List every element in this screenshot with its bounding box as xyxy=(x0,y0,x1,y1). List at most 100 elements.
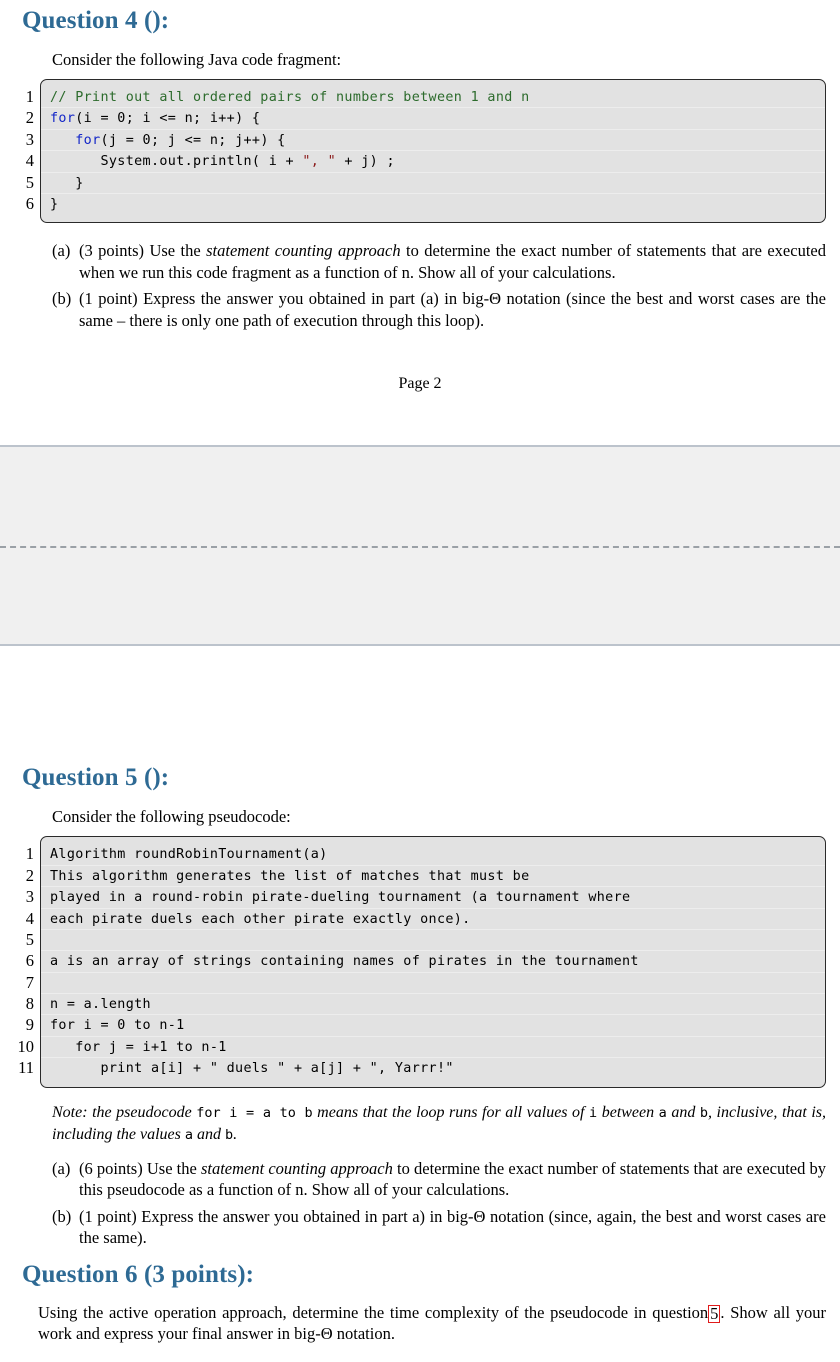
question-4-line-numbers: 1 23456 xyxy=(0,79,34,223)
text-run-italic: statement counting approach xyxy=(206,241,401,261)
code-line-number: 9 xyxy=(25,1015,34,1035)
text-run-italic: means that the loop runs for all values … xyxy=(312,1103,590,1121)
code-line: // Print out all ordered pairs of number… xyxy=(41,87,825,109)
text-run-italic: and xyxy=(666,1103,700,1121)
code-line-number: 2 xyxy=(25,865,34,885)
code-line: for j = i+1 to n-1 xyxy=(41,1037,825,1059)
question-4-code-listing: 1 23456 // Print out all ordered pairs of… xyxy=(0,79,840,224)
question-5-code-listing: 1 2 3 4 5 6 7 8 9 10 11 Algorithm roundRobinTourna… xyxy=(0,836,840,1088)
code-line-number: 5 xyxy=(25,172,34,192)
code-line: print a[i] + " duels " + a[j] + ", Yarrr… xyxy=(41,1058,825,1079)
code-line-number: 2 xyxy=(25,108,34,128)
code-token-plain: + j) ; xyxy=(336,154,395,170)
text-run-mono: a xyxy=(658,1104,667,1121)
code-line-number: 1 xyxy=(25,87,34,106)
code-token-plain: print a[i] + " duels " + a[j] + ", Yarrr… xyxy=(50,1061,454,1077)
page-number: Page 2 xyxy=(398,375,442,393)
question-5-intro: Consider the following pseudocode: xyxy=(52,807,291,827)
code-token-plain: Algorithm roundRobinTournament(a) xyxy=(50,847,328,863)
code-line-number: 10 xyxy=(17,1036,35,1056)
code-token-plain: (j = 0; j <= n; j++) { xyxy=(100,132,286,148)
text-run-italic: between xyxy=(597,1103,659,1121)
code-token-keyword: for xyxy=(50,111,76,127)
code-line-number: 6 xyxy=(25,193,34,213)
code-line: played in a round-robin pirate-dueling t… xyxy=(41,887,825,909)
code-line-number: 5 xyxy=(25,929,34,949)
code-token-plain: (i = 0; i <= n; i++) { xyxy=(75,111,261,127)
question-5-subitems: (a) (6 points) Use the statement counting… xyxy=(52,1158,826,1249)
code-line: for(j = 0; j <= n; j++) { xyxy=(41,130,825,152)
code-token-plain: for i = 0 to n-1 xyxy=(50,1018,185,1034)
text-run-italic: . xyxy=(233,1125,238,1143)
code-token-string: ", " xyxy=(302,154,337,170)
code-line-number: 4 xyxy=(25,151,34,171)
document-page: Question 4 (): Consider the following Ja… xyxy=(0,0,840,1344)
code-line: This algorithm generates the list of mat… xyxy=(41,866,825,888)
sub-item-label: (b) xyxy=(52,289,72,309)
text-run-mono: for i = a to b xyxy=(196,1104,313,1121)
text-run-italic: Note: the pseudocode xyxy=(52,1103,197,1121)
code-line: n = a.length xyxy=(41,994,825,1016)
sub-item: (a) (3 points) Use the statement counting… xyxy=(52,240,826,283)
code-token-plain: for j = i+1 to n-1 xyxy=(50,1039,227,1055)
text-run-italic: and xyxy=(193,1125,225,1143)
text-run-normal: (1 point) Express the answer you obtaine… xyxy=(79,289,826,330)
page-break-dashed-line xyxy=(0,545,840,548)
question-6-heading: Question 6 (3 points): xyxy=(22,1260,255,1288)
question-5-heading: Question 5 (): xyxy=(22,764,170,792)
question-6-text-before-ref: Using the active operation approach, det… xyxy=(38,1302,709,1322)
code-line xyxy=(41,973,825,995)
code-line-number: 8 xyxy=(25,994,34,1014)
text-run-normal: (3 points) Use the xyxy=(79,241,207,261)
code-token-plain: played in a round-robin pirate-dueling t… xyxy=(50,890,631,906)
code-token-plain: n = a.length xyxy=(50,997,151,1013)
code-line: } xyxy=(41,194,825,215)
code-line-number: 3 xyxy=(25,887,34,907)
question-5-code-block: Algorithm roundRobinTournament(a) This al… xyxy=(40,836,826,1088)
code-token-plain: } xyxy=(50,196,59,212)
code-line: System.out.println( i + ", " + j) ; xyxy=(41,151,825,173)
code-line: each pirate duels each other pirate exac… xyxy=(41,909,825,930)
question-4-code-block: // Print out all ordered pairs of number… xyxy=(40,79,826,224)
sub-item-label: (a) xyxy=(52,241,71,261)
code-token-comment: // Print out all ordered pairs of number… xyxy=(50,90,530,105)
text-run-mono: i xyxy=(589,1104,598,1121)
code-line: Algorithm roundRobinTournament(a) xyxy=(41,844,825,866)
code-token-plain: each pirate duels each other pirate exac… xyxy=(50,911,471,927)
code-line-number: 1 xyxy=(25,844,34,864)
sub-item-body: (6 points) Use the statement counting ap… xyxy=(79,1158,826,1201)
text-run-mono: b xyxy=(699,1104,709,1121)
code-token-plain: a is an array of strings containing name… xyxy=(50,954,639,970)
text-run-italic: statement counting approach xyxy=(200,1158,393,1178)
code-line: a is an array of strings containing name… xyxy=(41,951,825,973)
code-token-plain: This algorithm generates the list of mat… xyxy=(50,868,530,884)
text-run-mono: a xyxy=(184,1126,193,1143)
question-4-heading: Question 4 (): xyxy=(22,7,170,34)
broken-reference-badge: 5 xyxy=(708,1303,721,1323)
sub-item-body: (1 point) Express the answer you obtaine… xyxy=(79,1206,826,1249)
code-line-number: 11 xyxy=(18,1058,34,1078)
code-line-number: 4 xyxy=(25,908,34,928)
question-4-intro: Consider the following Java code fragmen… xyxy=(52,50,342,69)
code-line xyxy=(41,930,825,952)
code-token-plain: System.out.println( i + xyxy=(50,154,303,170)
code-line: for i = 0 to n-1 xyxy=(41,1015,825,1037)
code-line-number: 6 xyxy=(25,951,34,971)
code-line: for(i = 0; i <= n; i++) { xyxy=(41,108,825,130)
text-run-mono: b xyxy=(225,1126,234,1143)
sub-item: (b) (1 point) Express the answer you obta… xyxy=(52,1206,826,1249)
question-4-subitems: (a) (3 points) Use the statement counting… xyxy=(52,240,826,331)
code-line-number: 3 xyxy=(25,129,34,149)
code-token-keyword: for xyxy=(75,132,101,148)
sub-item-body: (3 points) Use the statement counting ap… xyxy=(79,240,826,283)
sub-item: (a) (6 points) Use the statement counting… xyxy=(52,1158,826,1201)
